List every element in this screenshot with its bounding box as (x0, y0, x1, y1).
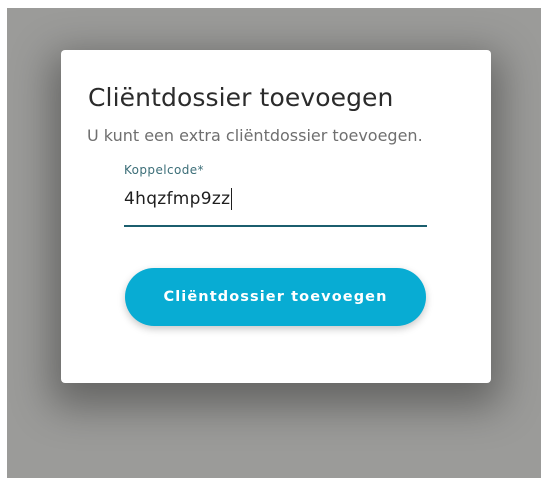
koppelcode-input[interactable]: 4hqzfmp9zz (124, 185, 427, 213)
add-client-dossier-dialog: Cliëntdossier toevoegen U kunt een extra… (61, 50, 491, 383)
koppelcode-field[interactable]: Koppelcode* 4hqzfmp9zz (124, 163, 427, 227)
koppelcode-label: Koppelcode* (124, 163, 204, 177)
text-caret (231, 188, 233, 210)
koppelcode-value: 4hqzfmp9zz (124, 189, 231, 209)
add-client-dossier-button[interactable]: Cliëntdossier toevoegen (125, 268, 426, 326)
field-underline (124, 225, 427, 227)
dialog-title: Cliëntdossier toevoegen (88, 83, 394, 112)
dialog-subtitle: U kunt een extra cliëntdossier toevoegen… (87, 126, 423, 145)
